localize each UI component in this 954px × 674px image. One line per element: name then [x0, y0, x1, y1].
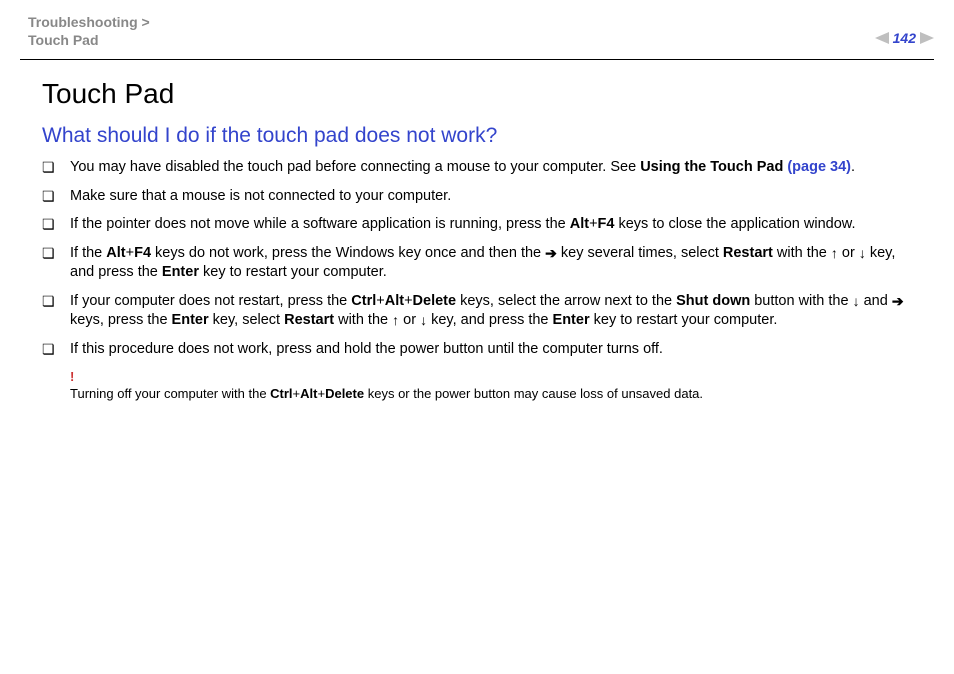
- list-item: If this procedure does not work, press a…: [42, 340, 918, 360]
- text: Turning off your computer with the: [70, 386, 270, 401]
- text: or: [399, 312, 420, 328]
- next-page-icon[interactable]: [920, 32, 934, 44]
- text: keys, press the: [70, 312, 172, 328]
- key-name: Delete: [325, 386, 364, 401]
- text: keys do not work, press the Windows key …: [151, 245, 545, 261]
- key-name: Restart: [723, 245, 773, 261]
- key-name: Alt: [300, 386, 317, 401]
- breadcrumb-page: Touch Pad: [28, 32, 99, 48]
- key-name: Restart: [284, 312, 334, 328]
- arrow-down-icon: ↓: [420, 311, 427, 330]
- text: key, and press the: [427, 312, 552, 328]
- text: key several times, select: [557, 245, 723, 261]
- text: with the: [334, 312, 392, 328]
- text: key to restart your computer.: [590, 312, 778, 328]
- text: +: [317, 386, 325, 401]
- divider: [20, 59, 934, 60]
- key-name: Delete: [413, 293, 457, 309]
- page-number: 142: [893, 30, 916, 46]
- text: You may have disabled the touch pad befo…: [70, 159, 640, 175]
- breadcrumb: Troubleshooting > Touch Pad: [28, 14, 150, 49]
- key-name: F4: [134, 245, 151, 261]
- text: If the: [70, 245, 106, 261]
- text: key, select: [209, 312, 284, 328]
- text: If the pointer does not move while a sof…: [70, 216, 570, 232]
- list-item: If your computer does not restart, press…: [42, 292, 918, 331]
- arrow-right-icon: ➔: [892, 292, 904, 311]
- key-name: Alt: [570, 216, 589, 232]
- text: keys to close the application window.: [614, 216, 855, 232]
- list-item: If the Alt+F4 keys do not work, press th…: [42, 244, 918, 283]
- text: +: [376, 293, 384, 309]
- key-name: Alt: [106, 245, 125, 261]
- breadcrumb-section: Troubleshooting: [28, 14, 138, 30]
- text: +: [126, 245, 134, 261]
- key-name: Ctrl: [270, 386, 292, 401]
- text: keys or the power button may cause loss …: [364, 386, 703, 401]
- prev-page-icon[interactable]: [875, 32, 889, 44]
- text: keys, select the arrow next to the: [456, 293, 676, 309]
- key-name: Ctrl: [351, 293, 376, 309]
- key-name: Enter: [172, 312, 209, 328]
- text: or: [838, 245, 859, 261]
- header: Troubleshooting > Touch Pad 142: [20, 14, 934, 49]
- warning-icon: !: [70, 369, 918, 386]
- key-name: Enter: [553, 312, 590, 328]
- text: If this procedure does not work, press a…: [70, 341, 663, 357]
- warning-note: ! Turning off your computer with the Ctr…: [42, 369, 918, 404]
- text: and: [860, 293, 892, 309]
- arrow-right-icon: ➔: [545, 244, 557, 263]
- text: .: [851, 159, 855, 175]
- bullet-list: You may have disabled the touch pad befo…: [42, 158, 918, 360]
- question-heading: What should I do if the touch pad does n…: [42, 124, 918, 148]
- arrow-down-icon: ↓: [853, 292, 860, 311]
- page-ref-link[interactable]: (page 34): [787, 159, 851, 175]
- text: Make sure that a mouse is not connected …: [70, 188, 451, 204]
- key-name: Alt: [385, 293, 404, 309]
- key-name: Enter: [162, 264, 199, 280]
- ref-title: Using the Touch Pad: [640, 159, 787, 175]
- key-name: F4: [598, 216, 615, 232]
- arrow-up-icon: ↑: [831, 244, 838, 263]
- text: button with the: [750, 293, 852, 309]
- page-nav: 142: [875, 30, 934, 46]
- text: If your computer does not restart, press…: [70, 293, 351, 309]
- text: +: [589, 216, 597, 232]
- breadcrumb-sep: >: [142, 14, 150, 30]
- content: Touch Pad What should I do if the touch …: [20, 78, 934, 403]
- text: +: [404, 293, 412, 309]
- text: with the: [773, 245, 831, 261]
- key-name: Shut down: [676, 293, 750, 309]
- document-page: Troubleshooting > Touch Pad 142 Touch Pa…: [0, 0, 954, 674]
- list-item: You may have disabled the touch pad befo…: [42, 158, 918, 178]
- page-title: Touch Pad: [42, 78, 918, 110]
- text: +: [293, 386, 301, 401]
- arrow-down-icon: ↓: [859, 244, 866, 263]
- text: key to restart your computer.: [199, 264, 387, 280]
- list-item: If the pointer does not move while a sof…: [42, 215, 918, 235]
- list-item: Make sure that a mouse is not connected …: [42, 187, 918, 207]
